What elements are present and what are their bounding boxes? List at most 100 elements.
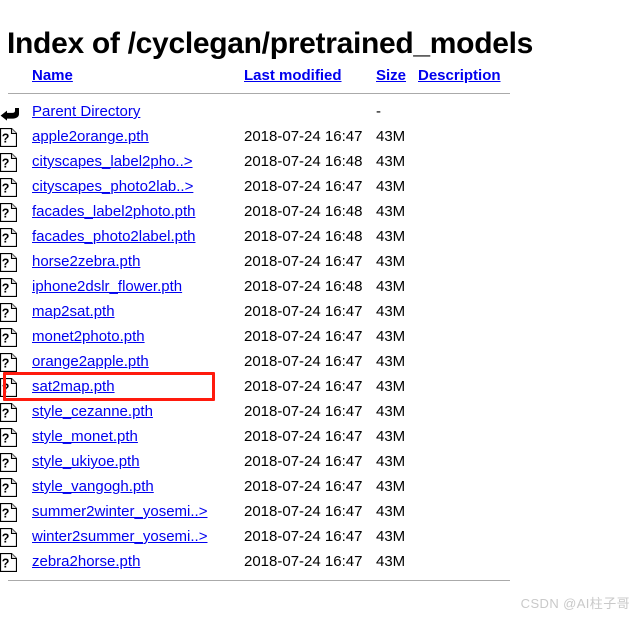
parent-directory-link[interactable]: Parent Directory xyxy=(32,103,140,120)
directory-index-table: Name Last modified Size Description Pare… xyxy=(0,62,528,581)
row-icon-cell: ? xyxy=(0,299,32,324)
row-name-cell: horse2zebra.pth xyxy=(32,249,244,274)
file-link[interactable]: zebra2horse.pth xyxy=(32,553,140,570)
row-size: 43M xyxy=(376,503,406,520)
row-size: 43M xyxy=(376,203,406,220)
file-link[interactable]: facades_photo2label.pth xyxy=(32,228,195,245)
row-description xyxy=(418,149,528,174)
row-description xyxy=(418,299,528,324)
row-last-modified: 2018-07-24 16:47 xyxy=(244,478,363,495)
sort-by-description-link[interactable]: Description xyxy=(418,67,501,84)
file-link[interactable]: map2sat.pth xyxy=(32,303,115,320)
row-description xyxy=(418,274,528,299)
header-description: Description xyxy=(418,62,528,90)
table-row: ? zebra2horse.pth 2018-07-24 16:47 43M xyxy=(0,549,528,574)
row-icon-cell: ? xyxy=(0,224,32,249)
row-icon-cell: ? xyxy=(0,349,32,374)
row-name-cell: map2sat.pth xyxy=(32,299,244,324)
header-last-modified: Last modified xyxy=(244,62,376,90)
file-link[interactable]: orange2apple.pth xyxy=(32,353,149,370)
row-last-modified xyxy=(244,99,376,124)
file-link[interactable]: summer2winter_yosemi..> xyxy=(32,503,207,520)
table-row: ? apple2orange.pth 2018-07-24 16:47 43M xyxy=(0,124,528,149)
parent-directory-row: Parent Directory - xyxy=(0,99,528,124)
row-name-cell: style_vangogh.pth xyxy=(32,474,244,499)
svg-text:?: ? xyxy=(2,381,10,395)
unknown-file-icon: ? xyxy=(0,276,20,298)
row-description xyxy=(418,324,528,349)
row-last-modified: 2018-07-24 16:47 xyxy=(244,503,363,520)
file-link[interactable]: monet2photo.pth xyxy=(32,328,145,345)
table-row: ? iphone2dslr_flower.pth 2018-07-24 16:48 4… xyxy=(0,274,528,299)
unknown-file-icon: ? xyxy=(0,201,20,223)
svg-text:?: ? xyxy=(2,481,10,495)
file-link[interactable]: style_ukiyoe.pth xyxy=(32,453,140,470)
header-icon-spacer xyxy=(0,62,32,90)
row-name-cell: orange2apple.pth xyxy=(32,349,244,374)
watermark-text: CSDN @AI柱子哥 xyxy=(520,596,630,611)
unknown-file-icon: ? xyxy=(0,401,20,423)
row-size: 43M xyxy=(376,253,406,270)
row-last-modified: 2018-07-24 16:47 xyxy=(244,328,363,345)
file-link[interactable]: style_vangogh.pth xyxy=(32,478,154,495)
row-last-modified: 2018-07-24 16:47 xyxy=(244,453,363,470)
row-icon-cell: ? xyxy=(0,499,32,524)
row-last-modified: 2018-07-24 16:47 xyxy=(244,253,363,270)
row-description xyxy=(418,474,528,499)
svg-text:?: ? xyxy=(2,306,10,320)
row-icon-cell: ? xyxy=(0,124,32,149)
row-size: - xyxy=(376,103,381,120)
sort-by-size-link[interactable]: Size xyxy=(376,67,406,84)
unknown-file-icon: ? xyxy=(0,451,20,473)
file-link[interactable]: cityscapes_label2pho..> xyxy=(32,153,193,170)
row-name-cell: facades_photo2label.pth xyxy=(32,224,244,249)
file-link[interactable]: horse2zebra.pth xyxy=(32,253,140,270)
unknown-file-icon: ? xyxy=(0,176,20,198)
row-description xyxy=(418,224,528,249)
svg-text:?: ? xyxy=(2,356,10,370)
row-last-modified: 2018-07-24 16:47 xyxy=(244,353,363,370)
horizontal-rule-bottom xyxy=(8,580,510,581)
row-size: 43M xyxy=(376,478,406,495)
horizontal-rule-top xyxy=(8,93,510,94)
row-size: 43M xyxy=(376,153,406,170)
row-description xyxy=(418,374,528,399)
row-name-cell: apple2orange.pth xyxy=(32,124,244,149)
file-link[interactable]: facades_label2photo.pth xyxy=(32,203,195,220)
svg-text:?: ? xyxy=(2,231,10,245)
file-link[interactable]: style_cezanne.pth xyxy=(32,403,153,420)
file-link[interactable]: style_monet.pth xyxy=(32,428,138,445)
row-icon-cell: ? xyxy=(0,149,32,174)
file-link[interactable]: cityscapes_photo2lab..> xyxy=(32,178,193,195)
svg-text:?: ? xyxy=(2,556,10,570)
row-size: 43M xyxy=(376,428,406,445)
file-link[interactable]: winter2summer_yosemi..> xyxy=(32,528,207,545)
unknown-file-icon: ? xyxy=(0,251,20,273)
svg-text:?: ? xyxy=(2,431,10,445)
directory-listing: Name Last modified Size Description Pare… xyxy=(0,62,638,581)
row-size: 43M xyxy=(376,278,406,295)
svg-text:?: ? xyxy=(2,256,10,270)
row-description xyxy=(418,399,528,424)
file-link[interactable]: apple2orange.pth xyxy=(32,128,149,145)
row-last-modified: 2018-07-24 16:48 xyxy=(244,153,363,170)
sort-by-name-link[interactable]: Name xyxy=(32,67,73,84)
row-description xyxy=(418,99,528,124)
file-link[interactable]: sat2map.pth xyxy=(32,378,115,395)
row-icon-cell: ? xyxy=(0,174,32,199)
table-row: ? map2sat.pth 2018-07-24 16:47 43M xyxy=(0,299,528,324)
table-row: ? monet2photo.pth 2018-07-24 16:47 43M xyxy=(0,324,528,349)
row-icon-cell: ? xyxy=(0,274,32,299)
unknown-file-icon: ? xyxy=(0,301,20,323)
sort-by-last-modified-link[interactable]: Last modified xyxy=(244,67,342,84)
table-row: ? facades_photo2label.pth 2018-07-24 16:48… xyxy=(0,224,528,249)
row-size: 43M xyxy=(376,303,406,320)
row-last-modified: 2018-07-24 16:48 xyxy=(244,278,363,295)
row-last-modified: 2018-07-24 16:47 xyxy=(244,378,363,395)
row-last-modified: 2018-07-24 16:47 xyxy=(244,128,363,145)
row-last-modified: 2018-07-24 16:47 xyxy=(244,553,363,570)
row-description xyxy=(418,199,528,224)
row-last-modified: 2018-07-24 16:47 xyxy=(244,528,363,545)
svg-text:?: ? xyxy=(2,206,10,220)
file-link[interactable]: iphone2dslr_flower.pth xyxy=(32,278,182,295)
